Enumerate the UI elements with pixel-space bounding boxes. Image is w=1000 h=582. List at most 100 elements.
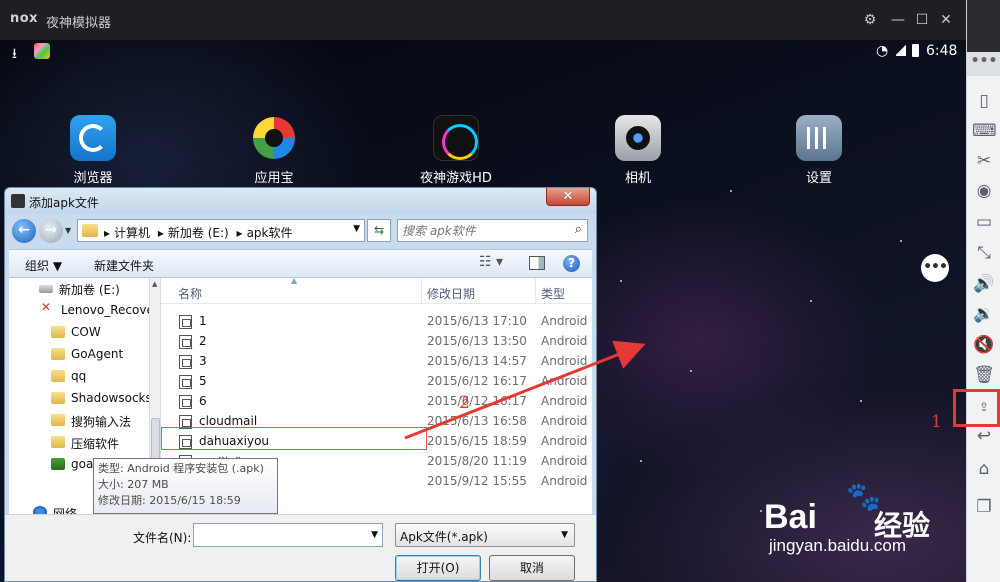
browser-icon [70,115,116,161]
file-row[interactable]: 3 2015/6/13 14:57 Android [161,352,592,372]
history-chevron-down-icon[interactable]: ▼ [65,226,71,235]
volume-up-icon[interactable]: 🔊 [972,273,996,295]
app-nox-games[interactable]: 夜神游戏HD [411,115,501,186]
breadcrumb-item[interactable]: 新加卷 (E:) [168,226,229,240]
filename-label: 文件名(N): [133,531,192,545]
file-row[interactable]: 5 2015/6/12 16:17 Android [161,372,592,392]
file-date: 2015/6/13 13:50 [427,334,527,348]
settings-gear-icon[interactable]: ⚙ [860,10,880,30]
signal-icon [896,44,906,56]
filename-field[interactable]: ▼ [193,523,383,547]
file-type: Android [541,314,588,328]
folder-icon [51,348,65,360]
annotation-marker-1: 1 [931,412,942,432]
organize-button[interactable]: 组织 ▼ [25,257,62,274]
app-label: 浏览器 [73,171,113,186]
archive-icon [51,458,65,470]
file-name: 6 [199,394,207,408]
network-icon [33,506,47,514]
file-row[interactable]: 1 2015/6/13 17:10 Android [161,312,592,332]
maximize-icon[interactable]: ☐ [912,10,932,30]
close-icon[interactable]: ✕ [936,10,956,30]
filename-dropdown-icon[interactable]: ▼ [371,530,378,540]
breadcrumb-item[interactable]: apk软件 [247,226,293,240]
back-icon[interactable]: ↩ [972,425,996,447]
search-box[interactable]: ⌕ [397,219,588,242]
folder-icon [51,414,65,426]
toolbar-more-icon[interactable]: ••• [967,52,1000,76]
dialog-app-icon [11,194,25,208]
file-date: 2015/8/20 11:19 [427,454,527,468]
minimize-icon[interactable]: — [888,10,908,30]
location-icon[interactable]: ◉ [972,180,996,202]
shake-icon[interactable]: ▯ [972,90,996,112]
keyboard-icon[interactable]: ⌨ [972,120,997,142]
file-type: Android [541,454,588,468]
file-date: 2015/6/12 16:17 [427,374,527,388]
selected-file-outline [161,427,427,450]
search-input[interactable] [402,222,562,239]
dialog-navbar: ← → ▼ ▸计算机 ▸新加卷 (E:) ▸apk软件 ▼ ⇆ ⌕ [5,214,596,246]
view-options-icon[interactable]: ☷ ▾ [479,254,503,270]
file-date: 2015/9/12 15:55 [427,474,527,488]
search-icon[interactable]: ⌕ [575,222,582,237]
command-bar: 组织 ▼ 新建文件夹 ☷ ▾ ? [9,249,592,278]
filetype-select[interactable]: Apk文件(*.apk) ▼ [395,523,575,547]
battery-icon [912,44,919,57]
apk-file-icon [179,335,192,349]
status-time: 6:48 [926,43,958,59]
app-camera[interactable]: 相机 [593,115,683,186]
file-date: 2015/6/12 16:17 [427,394,527,408]
filetype-dropdown-icon[interactable]: ▼ [561,530,568,540]
folder-icon [51,392,65,404]
app-browser[interactable]: 浏览器 [48,115,138,186]
app-yingyongbao[interactable]: 应用宝 [229,115,319,186]
cancel-button[interactable]: 取消 [489,555,575,581]
breadcrumb-item[interactable]: 计算机 [114,226,150,240]
screen-icon[interactable]: ▭ [972,211,996,233]
file-type: Android [541,474,588,488]
open-button[interactable]: 打开(O) [395,555,481,581]
file-row[interactable]: 2 2015/6/13 13:50 Android [161,332,592,352]
file-type: Android [541,414,588,428]
help-icon[interactable]: ? [563,255,580,272]
home-icon[interactable]: ⌂ [972,458,996,480]
file-list-header: ▲ 名称 修改日期 类型 [161,278,592,304]
volume-down-icon[interactable]: 🔉 [972,303,996,325]
app-settings[interactable]: 设置 [774,115,864,186]
refresh-icon[interactable]: ⇆ [367,219,391,242]
scissors-icon[interactable]: ✂ [972,150,996,172]
breadcrumb: ▸ 计算机 ▸ 新加卷 (E:) ▸ apk软件 [104,226,293,240]
tooltip-type: 类型: Android 程序安装包 (.apk) [98,462,264,475]
watermark-brand: Bai [764,498,817,536]
dialog-close-button[interactable]: ✕ [546,188,590,206]
apk-file-icon [179,355,192,369]
column-type[interactable]: 类型 [541,285,565,302]
mute-icon[interactable]: 🔇 [972,334,996,356]
apk-install-highlight [953,389,1000,427]
address-dropdown-icon[interactable]: ▼ [353,224,360,234]
filename-input[interactable] [194,524,364,546]
more-options-button[interactable]: ••• [921,254,949,282]
preview-pane-icon[interactable] [529,256,545,270]
column-date[interactable]: 修改日期 [427,285,475,302]
file-row[interactable]: 6 2015/6/12 16:17 Android [161,392,592,412]
resize-icon[interactable]: ⤡ [972,242,996,264]
address-bar[interactable]: ▸ 计算机 ▸ 新加卷 (E:) ▸ apk软件 ▼ [77,219,365,242]
forward-arrow-icon[interactable]: → [39,219,63,243]
android-statusbar: ⭳ ◔ 6:48 [0,40,966,64]
file-date: 2015/6/13 14:57 [427,354,527,368]
column-name[interactable]: 名称 [178,285,202,302]
folder-icon [82,224,98,237]
trash-icon[interactable]: 🗑 [972,364,996,386]
nox-logo: nox [10,11,39,26]
file-type: Android [541,434,588,448]
lenovo-icon [41,300,55,316]
file-name: 2 [199,334,207,348]
folder-icon [51,326,65,338]
new-folder-button[interactable]: 新建文件夹 [94,257,154,274]
file-info-tooltip: 类型: Android 程序安装包 (.apk) 大小: 207 MB 修改日期… [93,458,278,514]
back-arrow-icon[interactable]: ← [12,219,36,243]
scroll-up-icon[interactable]: ▲ [152,280,157,288]
wifi-icon: ◔ [876,43,889,59]
